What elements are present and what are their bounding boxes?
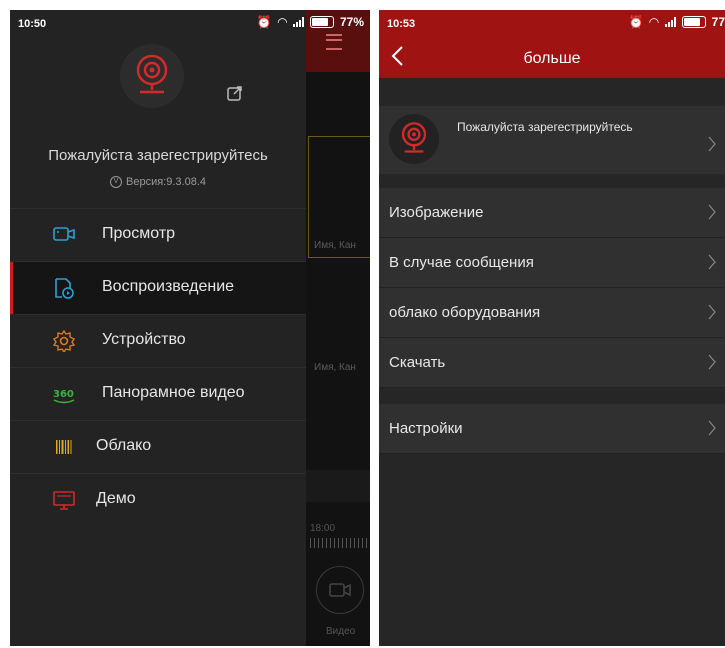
menu-item-preview[interactable]: Просмотр <box>10 208 306 261</box>
status-bar: 10:53 ⏰ ◠ 77 <box>379 10 725 38</box>
playback-icon <box>55 278 74 299</box>
version-icon: V <box>110 176 122 189</box>
wifi-icon: ◠ <box>649 15 659 29</box>
row-label: облако оборудования <box>389 304 541 321</box>
login-prompt: Пожалуйста зарегестрируйтесь <box>457 120 633 134</box>
version-text: Версия:9.3.08.4 <box>126 176 206 188</box>
background-main-screen: Имя, Кан Имя, Кан 18:00 Видео <box>306 10 370 646</box>
chevron-right-icon <box>708 204 716 220</box>
alarm-icon: ⏰ <box>256 15 272 29</box>
menu-item-panorama[interactable]: 360 Панорамное видео <box>10 367 306 420</box>
menu-item-label: Демо <box>96 490 136 507</box>
navigation-drawer: 10:50 Пожалуйста зарегестрируйтесь V Верс… <box>10 10 306 646</box>
row-label: Скачать <box>389 354 446 371</box>
menu-item-playback[interactable]: Воспроизведение <box>10 261 306 314</box>
login-prompt[interactable]: Пожалуйста зарегестрируйтесь <box>10 147 306 164</box>
menu-item-cloud[interactable]: Облако <box>10 420 306 473</box>
panorama-360-icon: 360 <box>53 389 75 404</box>
status-bar-icons: ⏰ ◠ 77% <box>10 10 370 38</box>
avatar <box>389 114 439 164</box>
share-icon[interactable] <box>226 84 244 102</box>
row-label: Настройки <box>389 420 463 437</box>
alarm-icon: ⏰ <box>628 15 644 29</box>
camera-name-2: Имя, Кан <box>314 362 356 373</box>
chevron-right-icon <box>708 136 716 152</box>
row-label: В случае сообщения <box>389 254 534 271</box>
app-version: V Версия:9.3.08.4 <box>10 176 306 189</box>
svg-text:360: 360 <box>53 389 74 400</box>
chevron-right-icon <box>708 254 716 270</box>
page-title: больше <box>523 50 581 67</box>
signal-icon <box>664 17 676 27</box>
profile-row[interactable]: Пожалуйста зарегестрируйтесь <box>379 106 725 174</box>
video-button[interactable] <box>316 566 364 614</box>
row-label: Изображение <box>389 204 484 221</box>
webcam-icon <box>136 54 168 94</box>
menu-item-label: Воспроизведение <box>102 278 235 295</box>
chevron-right-icon <box>708 420 716 436</box>
status-time: 10:53 <box>387 18 416 30</box>
menu-row-alarm-message[interactable]: В случае сообщения <box>379 238 725 288</box>
battery-percent: 77% <box>339 15 364 29</box>
cloud-icon <box>56 440 72 454</box>
menu-item-label: Панорамное видео <box>102 384 245 401</box>
battery-icon <box>681 16 706 28</box>
video-label: Видео <box>326 626 356 637</box>
menu-item-label: Облако <box>96 437 152 454</box>
menu-item-label: Устройство <box>102 331 186 348</box>
battery-icon <box>309 16 334 28</box>
battery-percent: 77 <box>711 15 725 29</box>
menu-row-download[interactable]: Скачать <box>379 338 725 388</box>
webcam-icon <box>401 122 427 153</box>
avatar[interactable] <box>120 44 184 108</box>
timeline-time: 18:00 <box>310 523 336 534</box>
wifi-icon: ◠ <box>277 15 287 29</box>
menu-row-image[interactable]: Изображение <box>379 188 725 238</box>
camera-icon <box>53 227 75 241</box>
video-camera-icon <box>329 583 351 597</box>
gear-icon <box>52 330 76 352</box>
left-screen: Имя, Кан Имя, Кан 18:00 Видео 10:50 Пожа… <box>10 10 370 646</box>
menu-row-settings[interactable]: Настройки <box>379 404 725 454</box>
menu-row-device-cloud[interactable]: облако оборудования <box>379 288 725 338</box>
demo-monitor-icon <box>53 491 75 510</box>
chevron-right-icon <box>708 304 716 320</box>
menu-item-demo[interactable]: Демо <box>10 473 306 526</box>
signal-icon <box>292 17 304 27</box>
drawer-menu: Просмотр Воспроизведение Устройство 360 … <box>10 208 306 526</box>
menu-item-label: Просмотр <box>102 225 176 242</box>
chevron-right-icon <box>708 354 716 370</box>
right-screen: 10:53 ⏰ ◠ 77 больше Пожалуйста зарегестр… <box>379 10 725 646</box>
app-header: больше <box>379 38 725 78</box>
camera-name-1: Имя, Кан <box>314 240 356 251</box>
menu-item-device[interactable]: Устройство <box>10 314 306 367</box>
timeline-ruler[interactable] <box>310 538 368 548</box>
